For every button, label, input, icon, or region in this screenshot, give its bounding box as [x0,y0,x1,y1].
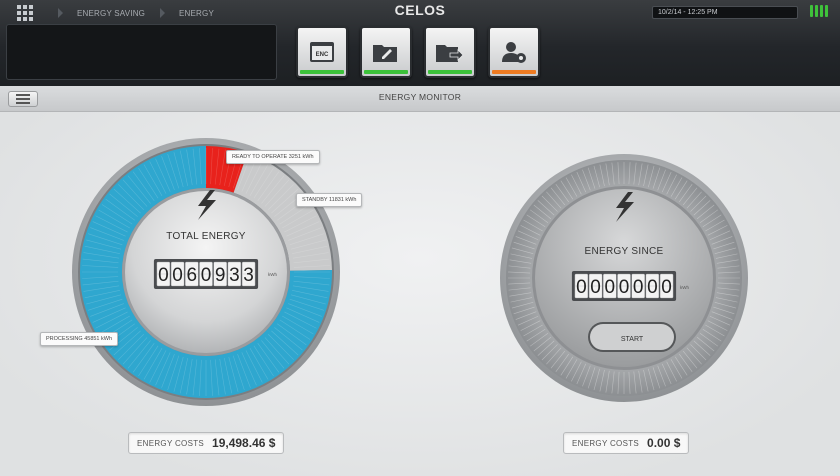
counter-digit: 0 [647,277,658,298]
status-bar [492,70,536,74]
folder-edit-icon [373,45,397,62]
gauge-title: TOTAL ENERGY [166,231,246,242]
energy-since-gauge: ENERGY SINCE 0000000 kWh START [500,154,748,402]
enc-window-icon: ENC [310,42,334,62]
start-button-label: START [621,336,644,343]
app-title: CELOS [394,2,446,18]
page-title: ENERGY MONITOR [378,92,462,102]
breadcrumb-energy-saving[interactable]: ENERGY SAVING [58,4,145,22]
app-tile-folder-edit[interactable] [360,26,412,78]
breadcrumb-separator-icon [58,8,63,18]
counter-digit: 6 [187,265,198,286]
breadcrumb-separator-icon [160,8,165,18]
counter-digit: 0 [661,277,672,298]
breadcrumb-label: ENERGY [179,8,214,18]
datetime-display: 10/2/14 - 12:25 PM [652,6,798,19]
energy-monitor-panel: TOTAL ENERGY 0060933 kWh READY TO OPERAT… [0,112,840,476]
app-tile-user-settings[interactable] [488,26,540,78]
cost-label: ENERGY COSTS [137,438,205,448]
cost-value: 19,498.46 $ [212,436,276,450]
counter-digit: 0 [158,265,169,286]
counter-digit: 0 [576,277,587,298]
breadcrumb-label: ENERGY SAVING [77,8,146,18]
counter-digit: 9 [215,265,226,286]
cost-value: 0.00 $ [647,436,681,450]
hamburger-icon [16,94,30,96]
total-energy-gauge: TOTAL ENERGY 0060933 kWh [72,138,340,406]
callout-processing: PROCESSING 45851 kWh [40,332,119,346]
folder-export-icon [436,45,464,62]
gauge-title: ENERGY SINCE [585,246,664,257]
callout-ready-to-operate: READY TO OPERATE 3251 kWh [226,150,320,164]
counter-digit: 0 [605,277,616,298]
energy-counter: 0060933 [153,259,259,289]
enc-label: ENC [316,52,329,58]
status-bar [428,70,472,74]
counter-digit: 0 [619,277,630,298]
status-bar [364,70,408,74]
app-tile-enc[interactable]: ENC [296,26,348,78]
app-tile-folder-export[interactable] [424,26,476,78]
counter-digit: 3 [243,265,254,286]
total-energy-costs: ENERGY COSTS 19,498.46 $ [128,432,285,454]
counter-unit: kWh [680,285,689,290]
signal-strength-icon [810,5,828,17]
counter-digit: 0 [172,265,183,286]
since-energy-costs: ENERGY COSTS 0.00 $ [563,432,690,454]
counter-digit: 0 [201,265,212,286]
energy-counter: 0000000 [571,271,677,301]
app-grid-icon[interactable] [16,4,34,22]
counter-digit: 0 [590,277,601,298]
user-settings-icon [502,42,526,63]
menu-button[interactable] [8,91,38,107]
counter-digit: 0 [633,277,644,298]
status-display-panel [6,24,277,80]
start-button[interactable]: START [588,322,676,352]
top-header: ENERGY SAVING ENERGY CELOS 10/2/14 - 12:… [0,0,840,86]
counter-digit: 3 [229,265,240,286]
status-bar [300,70,344,74]
cost-label: ENERGY COSTS [572,438,640,448]
page-toolbar: ENERGY MONITOR [0,86,840,112]
breadcrumb-energy[interactable]: ENERGY [160,4,214,22]
counter-unit: kWh [268,272,277,277]
callout-standby: STANDBY 11831 kWh [296,193,363,207]
